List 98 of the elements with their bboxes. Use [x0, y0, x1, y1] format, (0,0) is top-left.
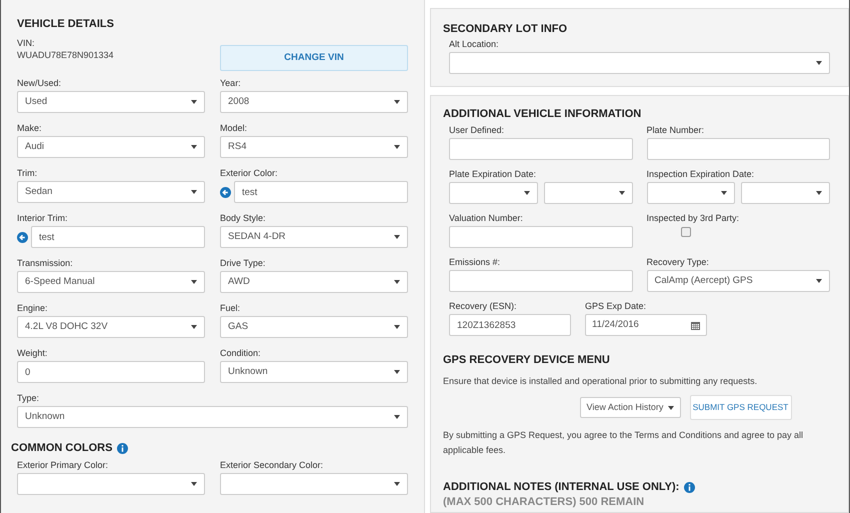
section-heading: VEHICLE DETAILS — [17, 17, 115, 32]
input-field[interactable]: 120Z1362853 — [449, 314, 571, 336]
section-heading: COMMON COLORS — [11, 440, 112, 456]
caret-icon — [394, 235, 400, 240]
field-label: Fuel: — [220, 302, 242, 314]
dropdown[interactable] — [741, 182, 830, 204]
caret-icon — [394, 145, 400, 150]
caret-icon — [524, 191, 530, 195]
caret-icon — [668, 406, 674, 410]
instruction-text: Ensure that device is installed and operational prior to submitting any requests. — [443, 374, 758, 388]
field-label: Recovery Type: — [646, 256, 710, 268]
caret-icon — [816, 61, 822, 65]
field-label: Valuation Number: — [449, 212, 524, 224]
dropdown[interactable] — [646, 182, 736, 204]
caret-icon — [191, 100, 197, 104]
dropdown[interactable] — [544, 182, 632, 204]
field-label: Plate Expiration Date: — [449, 168, 538, 180]
submit-gps-request-button[interactable]: SUBMIT GPS REQUEST — [690, 395, 792, 420]
info-icon[interactable] — [117, 442, 128, 454]
caret-icon — [394, 100, 400, 104]
dropdown[interactable]: AWD — [220, 271, 408, 294]
dropdown[interactable]: Unknown — [220, 361, 408, 384]
caret-icon — [191, 145, 197, 150]
dropdown[interactable] — [449, 52, 830, 74]
dropdown[interactable]: 6-Speed Manual — [17, 271, 205, 294]
field-label: GPS Exp Date: — [585, 300, 648, 312]
field-label: Emissions #: — [449, 256, 502, 268]
field-label: VIN: — [17, 37, 36, 49]
info-icon[interactable] — [684, 482, 696, 493]
agreement-text: By submitting a GPS Request, you agree to the Terms and Conditions and agree to pay all applicable fees. — [443, 429, 804, 457]
field-label: Weight: — [17, 347, 48, 360]
field-label: Inspection Expiration Date: — [646, 168, 756, 180]
field-label: Condition: — [220, 347, 262, 360]
field-label: Plate Number: — [646, 124, 706, 136]
dropdown[interactable]: 2008 — [220, 91, 408, 114]
input-field[interactable] — [449, 138, 632, 160]
action-history-dropdown[interactable]: View Action History — [580, 397, 680, 418]
date-field[interactable]: 11/24/2016 — [585, 314, 707, 336]
caret-icon — [618, 191, 624, 195]
field-label: Interior Trim: — [17, 212, 69, 224]
back-arrow-icon[interactable] — [220, 186, 231, 198]
field-label: Engine: — [17, 302, 49, 314]
field-label: Recovery (ESN): — [449, 300, 518, 312]
field-label: Body Style: — [220, 212, 267, 224]
field-label: Year: — [220, 77, 242, 90]
caret-icon — [394, 482, 400, 486]
input-field[interactable]: test — [31, 226, 205, 248]
calendar-icon — [691, 320, 700, 330]
field-label: Exterior Secondary Color: — [220, 459, 324, 472]
section-heading: ADDITIONAL NOTES (INTERNAL USE ONLY): — [443, 480, 680, 495]
field-label: Transmission: — [17, 257, 74, 270]
dropdown[interactable]: Used — [17, 91, 205, 114]
dropdown[interactable]: CalAmp (Aercept) GPS — [646, 270, 830, 292]
field-label: Drive Type: — [220, 257, 266, 270]
character-counter: (MAX 500 CHARACTERS) 500 REMAIN — [443, 496, 646, 508]
dropdown[interactable]: Unknown — [17, 406, 408, 428]
field-label: User Defined: — [449, 124, 506, 136]
input-field[interactable]: test — [234, 181, 408, 204]
dropdown[interactable]: Audi — [17, 136, 205, 158]
vin-value: WUADU78E78N901334 — [17, 49, 115, 62]
dropdown[interactable]: 4.2L V8 DOHC 32V — [17, 316, 205, 338]
input-field[interactable] — [646, 138, 830, 160]
field-label: Make: — [17, 122, 43, 134]
caret-icon — [816, 191, 822, 195]
caret-icon — [394, 325, 400, 330]
section-heading: SECONDARY LOT INFO — [443, 22, 568, 37]
field-label: Type: — [17, 392, 40, 404]
caret-icon — [191, 280, 197, 284]
caret-icon — [191, 325, 197, 330]
checkbox[interactable] — [680, 227, 690, 237]
input-field[interactable]: 0 — [17, 361, 205, 384]
caret-icon — [816, 279, 822, 283]
dropdown[interactable]: GAS — [220, 316, 408, 338]
dropdown[interactable] — [449, 182, 538, 204]
section-heading: GPS RECOVERY DEVICE MENU — [443, 353, 611, 368]
back-arrow-icon[interactable] — [17, 232, 28, 243]
dropdown[interactable] — [17, 473, 205, 496]
caret-icon — [721, 191, 728, 195]
caret-icon — [394, 280, 400, 284]
field-label: Alt Location: — [449, 38, 500, 50]
caret-icon — [191, 190, 197, 194]
dropdown[interactable]: Sedan — [17, 181, 205, 204]
caret-icon — [394, 415, 400, 420]
field-label: Trim: — [17, 167, 38, 180]
input-field[interactable] — [449, 270, 632, 292]
field-label: New/Used: — [17, 77, 62, 90]
dropdown[interactable] — [220, 473, 408, 496]
caret-icon — [191, 482, 197, 486]
dropdown[interactable]: SEDAN 4-DR — [220, 226, 408, 248]
field-label: Inspected by 3rd Party: — [646, 212, 740, 224]
caret-icon — [394, 370, 400, 374]
field-label: Exterior Color: — [220, 167, 279, 180]
field-label: Model: — [220, 122, 248, 134]
field-label: Exterior Primary Color: — [17, 459, 110, 472]
change-vin-button[interactable]: CHANGE VIN — [220, 45, 408, 72]
dropdown[interactable]: RS4 — [220, 136, 408, 158]
section-heading: ADDITIONAL VEHICLE INFORMATION — [443, 107, 642, 122]
input-field[interactable] — [449, 226, 632, 248]
